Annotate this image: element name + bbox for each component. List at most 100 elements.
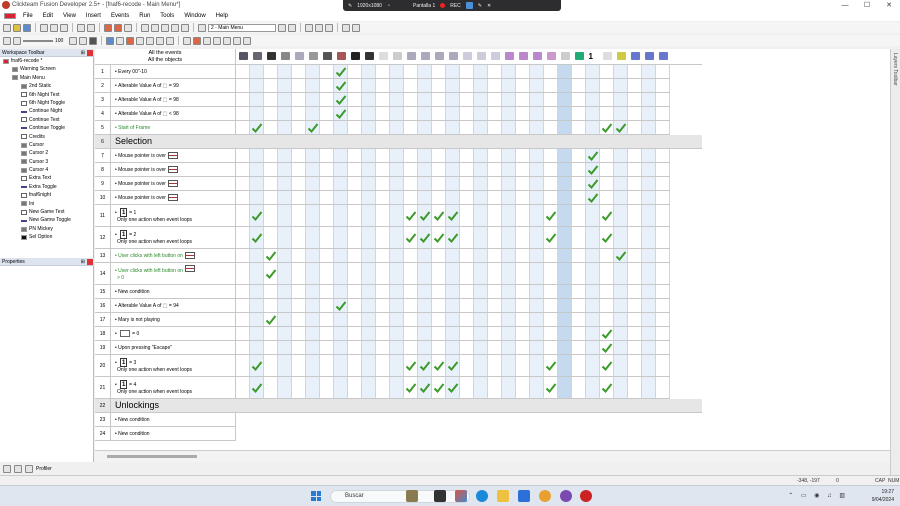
event-row[interactable]: 18 • = 0 (95, 327, 670, 341)
action-cell[interactable] (334, 107, 348, 120)
action-cell[interactable] (530, 79, 544, 92)
close-button[interactable]: ✕ (878, 0, 900, 11)
event-row[interactable]: 7 • Mouse pointer is over (95, 149, 670, 163)
object-column-icon[interactable] (530, 49, 544, 63)
event-row[interactable]: 21 • 1 = 4 Only one action when event loops (95, 377, 670, 399)
action-cell[interactable] (572, 177, 586, 190)
action-cell[interactable] (320, 79, 334, 92)
action-cell[interactable] (376, 263, 390, 284)
taskbar-search[interactable]: Buscar (330, 490, 470, 503)
action-cell[interactable] (418, 163, 432, 176)
condition-cell[interactable]: • New condition (111, 427, 236, 440)
action-cell[interactable] (320, 93, 334, 106)
tree-item[interactable]: Extra Toggle (0, 183, 93, 191)
action-cell[interactable] (460, 177, 474, 190)
action-cell[interactable] (390, 149, 404, 162)
action-cell[interactable] (558, 327, 572, 340)
action-cell[interactable] (236, 191, 250, 204)
condition-cell[interactable]: • Alterable Value A of ⬚ = 98 (111, 93, 236, 106)
action-cell[interactable] (572, 263, 586, 284)
action-cell[interactable] (446, 327, 460, 340)
action-cell[interactable] (628, 263, 642, 284)
action-cell[interactable] (474, 377, 488, 398)
action-cell[interactable] (250, 79, 264, 92)
action-cell[interactable] (264, 355, 278, 376)
action-cell[interactable] (558, 177, 572, 190)
action-cell[interactable] (530, 205, 544, 226)
action-cell[interactable] (642, 191, 656, 204)
action-cell[interactable] (460, 285, 474, 298)
action-cell[interactable] (432, 249, 446, 262)
action-cell[interactable] (614, 313, 628, 326)
zoom-slider[interactable] (23, 39, 53, 42)
action-cell[interactable] (656, 107, 670, 120)
action-cell[interactable] (250, 299, 264, 312)
action-cell[interactable] (292, 149, 306, 162)
object-column-icon[interactable] (404, 49, 418, 63)
action-cell[interactable] (544, 327, 558, 340)
action-cell[interactable] (348, 327, 362, 340)
action-cell[interactable] (334, 149, 348, 162)
action-cell[interactable] (600, 355, 614, 376)
action-cell[interactable] (306, 355, 320, 376)
condition-cell[interactable]: • 1 = 3 Only one action when event loops (111, 355, 236, 376)
action-cell[interactable] (236, 299, 250, 312)
tree-item[interactable]: fnaf6-recode * (0, 57, 93, 65)
action-cell[interactable] (558, 227, 572, 248)
action-cell[interactable] (250, 205, 264, 226)
action-cell[interactable] (488, 191, 502, 204)
action-cell[interactable] (502, 285, 516, 298)
action-cell[interactable] (530, 355, 544, 376)
action-cell[interactable] (236, 163, 250, 176)
action-cell[interactable] (474, 327, 488, 340)
event-row[interactable]: 16 • Alterable Value A of ⬚ = 94 (95, 299, 670, 313)
event-row[interactable]: 23 • New condition (95, 413, 236, 427)
action-cell[interactable] (376, 327, 390, 340)
action-cell[interactable] (334, 121, 348, 134)
action-cell[interactable] (642, 177, 656, 190)
action-cell[interactable] (348, 249, 362, 262)
action-cell[interactable] (292, 227, 306, 248)
object-column-icon[interactable] (446, 49, 460, 63)
close-panel-icon[interactable] (87, 50, 93, 56)
action-cell[interactable] (320, 299, 334, 312)
action-cell[interactable] (348, 191, 362, 204)
action-cell[interactable] (460, 93, 474, 106)
action-cell[interactable] (404, 285, 418, 298)
event-row[interactable]: 19 • Upon pressing "Escape" (95, 341, 670, 355)
action-cell[interactable] (460, 65, 474, 78)
tree-item[interactable]: Ini (0, 200, 93, 208)
action-cell[interactable] (348, 79, 362, 92)
action-cell[interactable] (502, 355, 516, 376)
action-cell[interactable] (404, 177, 418, 190)
action-cell[interactable] (250, 65, 264, 78)
action-cell[interactable] (600, 191, 614, 204)
tree-item[interactable]: Warning Screen (0, 65, 93, 73)
action-cell[interactable] (334, 263, 348, 284)
action-cell[interactable] (558, 249, 572, 262)
maximize-button[interactable]: ☐ (856, 0, 878, 11)
bookmark-icon[interactable] (166, 36, 174, 45)
action-cell[interactable] (502, 249, 516, 262)
action-cell[interactable] (516, 121, 530, 134)
action-cell[interactable] (544, 313, 558, 326)
condition-cell[interactable]: • Alterable Value A of ⬚ = 94 (111, 299, 236, 312)
action-cell[interactable] (474, 313, 488, 326)
action-cell[interactable] (628, 377, 642, 398)
action-cell[interactable] (628, 205, 642, 226)
prev-frame-icon[interactable] (278, 23, 286, 32)
action-cell[interactable] (572, 163, 586, 176)
action-cell[interactable] (250, 93, 264, 106)
action-cell[interactable] (600, 263, 614, 284)
object-column-icon[interactable] (306, 49, 320, 63)
action-cell[interactable] (600, 299, 614, 312)
tree-item[interactable]: Cursor 2 (0, 149, 93, 157)
action-cell[interactable] (656, 205, 670, 226)
action-cell[interactable] (306, 121, 320, 134)
action-cell[interactable] (264, 249, 278, 262)
insert-event-icon[interactable] (106, 36, 114, 45)
action-cell[interactable] (418, 355, 432, 376)
action-cell[interactable] (278, 79, 292, 92)
edge-icon[interactable] (476, 490, 488, 502)
back-icon[interactable] (198, 23, 206, 32)
